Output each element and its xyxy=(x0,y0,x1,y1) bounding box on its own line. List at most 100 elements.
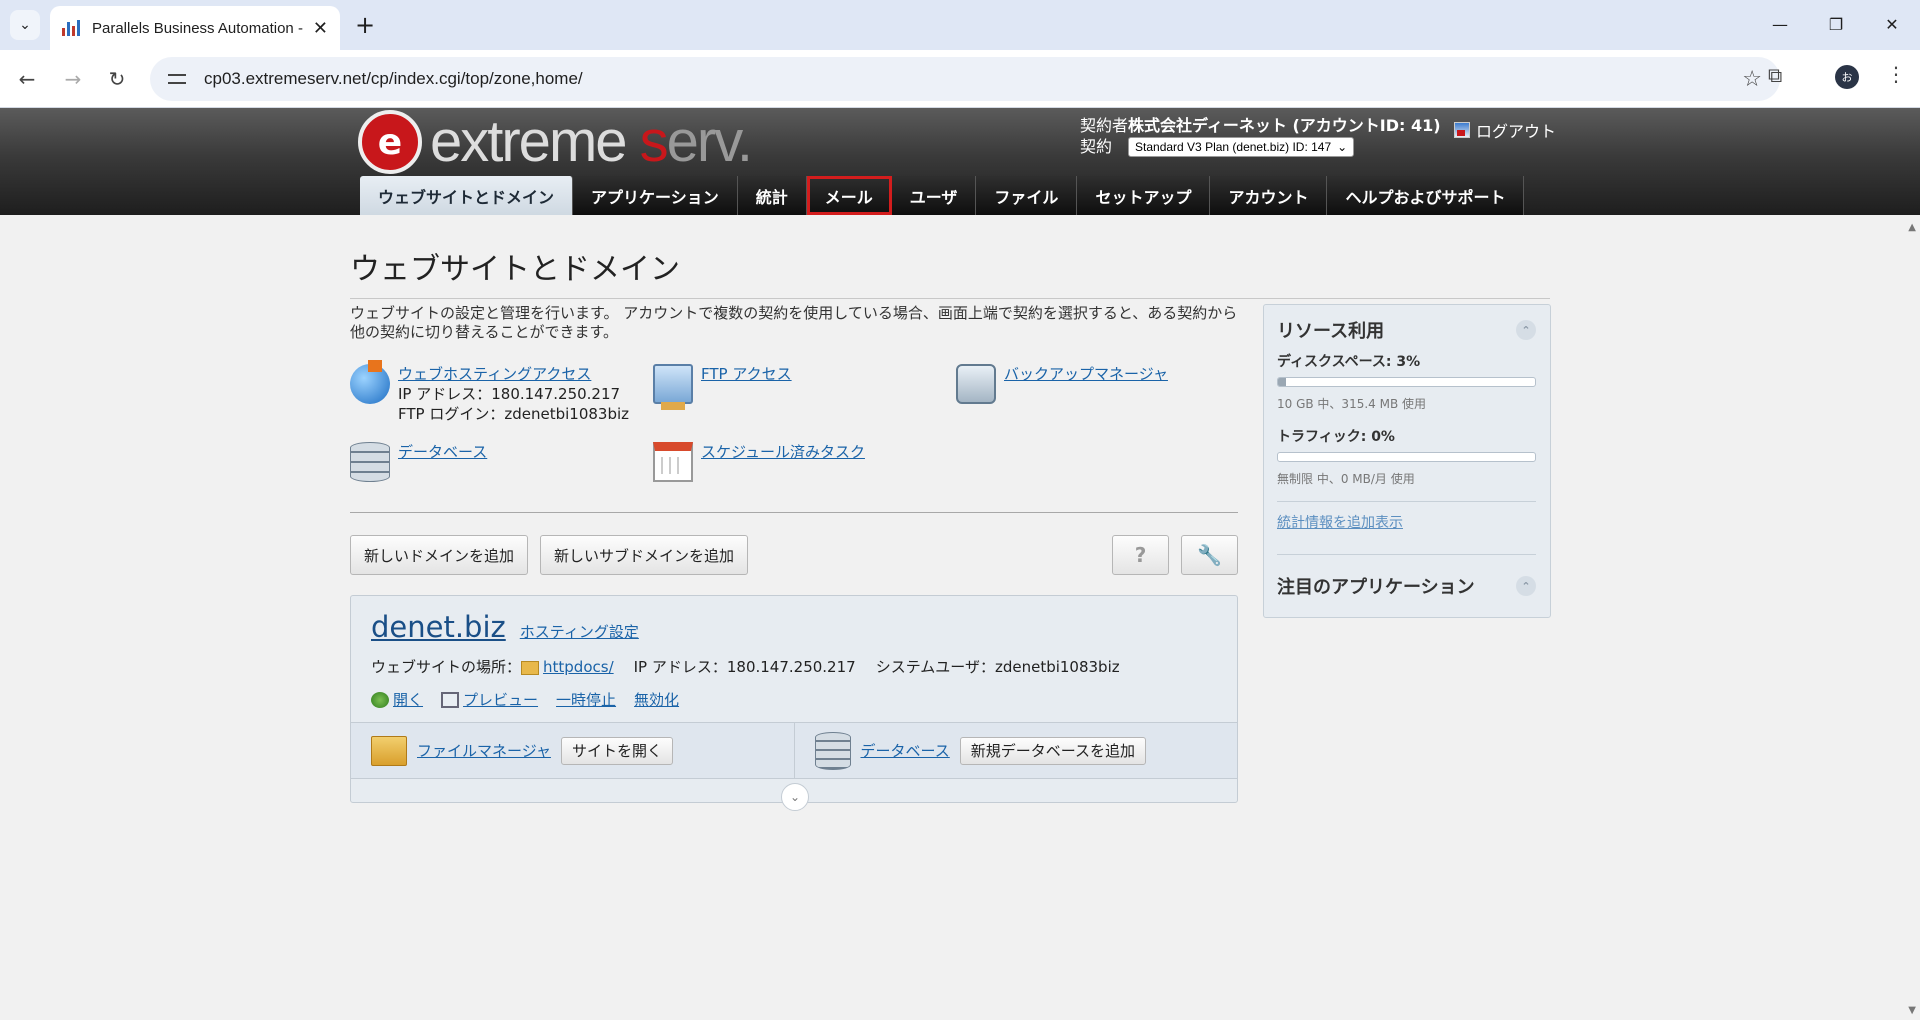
collapse-chevron-icon[interactable]: ⌃ xyxy=(1516,576,1536,596)
page-title: ウェブサイトとドメイン xyxy=(350,244,1550,299)
profile-avatar[interactable]: お xyxy=(1835,65,1859,89)
extremeserv-logo[interactable]: e extreme serv. xyxy=(358,109,753,174)
calendar-icon[interactable] xyxy=(653,442,693,482)
site-favicon-icon xyxy=(62,20,80,36)
tab-account[interactable]: アカウント xyxy=(1210,176,1328,215)
intro-text: ウェブサイトの設定と管理を行います。 アカウントで複数の契約を使用している場合、… xyxy=(350,304,1238,341)
tab-applications[interactable]: アプリケーション xyxy=(573,176,738,215)
database-icon[interactable] xyxy=(350,442,390,482)
traffic-note: 無制限 中、0 MB/月 使用 xyxy=(1277,472,1415,486)
logo-text: extreme serv. xyxy=(430,109,753,174)
tab-search-dropdown-icon[interactable]: ⌄ xyxy=(10,10,40,40)
tab-mail[interactable]: メール xyxy=(806,176,892,215)
hosting-ip: IP アドレス：180.147.250.217 xyxy=(398,385,621,403)
tool-hosting-access: ウェブホスティングアクセス IP アドレス：180.147.250.217 FT… xyxy=(350,360,653,424)
collapse-chevron-icon[interactable]: ⌃ xyxy=(1516,320,1536,340)
browser-tab[interactable]: Parallels Business Automation - ✕ xyxy=(50,6,340,50)
add-subdomain-button[interactable]: 新しいサブドメインを追加 xyxy=(540,535,749,575)
suspend-link[interactable]: 一時停止 xyxy=(556,689,616,710)
globe-icon[interactable] xyxy=(350,360,390,404)
disk-usage-note: 10 GB 中、315.4 MB 使用 xyxy=(1277,397,1426,411)
minimize-icon[interactable]: — xyxy=(1752,0,1808,48)
restore-icon[interactable]: ❐ xyxy=(1808,0,1864,48)
tab-setup[interactable]: セットアップ xyxy=(1077,176,1211,215)
disk-usage-bar xyxy=(1277,377,1536,387)
more-stats-link[interactable]: 統計情報を追加表示 xyxy=(1277,515,1403,531)
tools-grid: ウェブホスティングアクセス IP アドレス：180.147.250.217 FT… xyxy=(350,360,1238,494)
location-label: ウェブサイトの場所： xyxy=(371,658,522,676)
traffic-label: トラフィック: 0% xyxy=(1277,429,1395,445)
close-window-icon[interactable]: ✕ xyxy=(1864,0,1920,48)
scheduled-tasks-link[interactable]: スケジュール済みタスク xyxy=(701,443,865,461)
tab-help-support[interactable]: ヘルプおよびサポート xyxy=(1327,176,1525,215)
bookmark-star-icon[interactable]: ☆ xyxy=(1742,67,1762,92)
disable-link[interactable]: 無効化 xyxy=(634,689,679,710)
tool-databases: データベース xyxy=(350,442,653,494)
contract-label: 契約 xyxy=(1080,137,1113,156)
domain-ip: IP アドレス：180.147.250.217 xyxy=(633,658,856,676)
scrollbar-down-arrow-icon[interactable]: ▼ xyxy=(1908,1005,1916,1016)
hosting-settings-link[interactable]: ホスティング設定 xyxy=(520,621,639,642)
hosting-access-link[interactable]: ウェブホスティングアクセス xyxy=(398,365,591,383)
ftp-server-icon[interactable] xyxy=(653,364,693,410)
tool-ftp-access: FTP アクセス xyxy=(653,364,956,424)
tab-files[interactable]: ファイル xyxy=(976,176,1078,215)
tab-users[interactable]: ユーザ xyxy=(891,176,977,215)
expand-chevron-icon[interactable]: ⌄ xyxy=(781,783,809,811)
open-site-button[interactable]: サイトを開く xyxy=(560,736,673,765)
reload-icon[interactable]: ↻ xyxy=(102,64,132,94)
wrench-icon[interactable]: 🔧 xyxy=(1181,535,1238,575)
contract-select[interactable]: Standard V3 Plan (denet.biz) ID: 147 ⌄ xyxy=(1128,137,1355,157)
site-header: e extreme serv. 契約者株式会社ディーネット (アカウントID: … xyxy=(0,108,1920,215)
backup-drive-icon[interactable] xyxy=(956,364,996,404)
tab-websites-domains[interactable]: ウェブサイトとドメイン xyxy=(360,176,574,215)
logo-word-erv: erv. xyxy=(666,109,753,174)
databases-link[interactable]: データベース xyxy=(398,443,487,461)
url-text: cp03.extremeserv.net/cp/index.cgi/top/zo… xyxy=(204,69,583,88)
featured-apps-title: 注目のアプリケーション xyxy=(1277,577,1475,598)
logout-label: ログアウト xyxy=(1476,122,1557,141)
contractor-name: 株式会社ディーネット (アカウントID: 41) xyxy=(1128,116,1441,135)
disk-usage-fill xyxy=(1278,378,1286,386)
site-info-icon[interactable] xyxy=(168,71,188,87)
url-field[interactable]: cp03.extremeserv.net/cp/index.cgi/top/zo… xyxy=(150,57,1780,101)
tool-backup-manager: バックアップマネージャ xyxy=(956,364,1238,424)
help-icon[interactable]: ? xyxy=(1112,535,1169,575)
back-arrow-icon[interactable]: ← xyxy=(12,64,42,94)
preview-link[interactable]: プレビュー xyxy=(463,689,538,710)
tab-statistics[interactable]: 統計 xyxy=(737,176,807,215)
disk-usage-label: ディスクスペース: 3% xyxy=(1277,354,1421,370)
folder-icon xyxy=(521,660,540,675)
scrollbar-up-arrow-icon[interactable]: ▲ xyxy=(1908,222,1916,233)
close-tab-icon[interactable]: ✕ xyxy=(313,18,328,39)
backup-manager-link[interactable]: バックアップマネージャ xyxy=(1004,365,1168,383)
chevron-down-icon: ⌄ xyxy=(1337,140,1348,154)
content-area: ウェブサイトとドメイン ウェブサイトの設定と管理を行います。 アカウントで複数の… xyxy=(350,244,1551,811)
sidebar: リソース利用 ⌃ ディスクスペース: 3% 10 GB 中、315.4 MB 使… xyxy=(1263,304,1551,618)
domain-quick-actions: ファイルマネージャ サイトを開く データベース 新規データベースを追加 xyxy=(351,722,1237,778)
database-icon[interactable] xyxy=(814,731,851,770)
file-manager-folder-icon[interactable] xyxy=(371,735,407,766)
main-nav: ウェブサイトとドメイン アプリケーション 統計 メール ユーザ ファイル セット… xyxy=(360,176,1525,215)
browser-menu-icon[interactable]: ⋮ xyxy=(1886,62,1906,86)
add-database-button[interactable]: 新規データベースを追加 xyxy=(959,736,1147,765)
file-manager-link[interactable]: ファイルマネージャ xyxy=(417,740,551,761)
forward-arrow-icon[interactable]: → xyxy=(58,64,88,94)
logout-link[interactable]: ログアウト xyxy=(1454,118,1556,142)
add-domain-button[interactable]: 新しいドメインを追加 xyxy=(350,535,529,575)
open-globe-icon xyxy=(371,691,389,708)
domain-info: ウェブサイトの場所： httpdocs/ IP アドレス：180.147.250.… xyxy=(371,656,1217,677)
new-tab-icon[interactable]: + xyxy=(352,12,378,38)
extensions-icon[interactable]: ⧉ xyxy=(1768,63,1782,87)
domain-toolbar: 新しいドメインを追加 新しいサブドメインを追加 ? 🔧 xyxy=(350,535,1238,575)
sidebar-divider xyxy=(1277,501,1536,502)
domain-database-link[interactable]: データベース xyxy=(861,740,950,761)
open-link[interactable]: 開く xyxy=(393,689,423,710)
domain-name-link[interactable]: denet.biz xyxy=(371,610,506,644)
ftp-access-link[interactable]: FTP アクセス xyxy=(701,365,792,383)
httpdocs-link[interactable]: httpdocs/ xyxy=(543,658,614,676)
logo-letter-s: s xyxy=(639,109,669,174)
preview-icon xyxy=(441,691,460,708)
browser-tab-bar: ⌄ Parallels Business Automation - ✕ + — … xyxy=(0,0,1920,50)
contractor-label: 契約者 xyxy=(1080,116,1129,135)
